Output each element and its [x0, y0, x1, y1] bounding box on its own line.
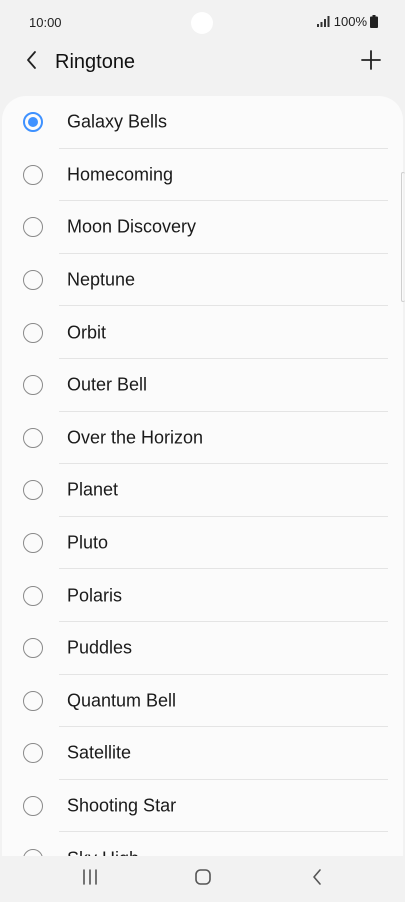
ringtone-item[interactable]: Satellite [2, 727, 403, 780]
ringtone-label: Neptune [67, 269, 136, 290]
navigation-bar [0, 856, 405, 902]
ringtone-label: Outer Bell [67, 374, 148, 395]
radio-button[interactable] [23, 164, 43, 185]
ringtone-item[interactable]: Outer Bell [2, 359, 403, 412]
ringtone-label: Quantum Bell [67, 690, 177, 711]
radio-button[interactable] [23, 743, 43, 764]
ringtone-label: Puddles [67, 637, 133, 658]
radio-button[interactable] [23, 638, 43, 659]
ringtone-label: Homecoming [67, 164, 174, 185]
status-indicators: 100% [316, 14, 378, 29]
radio-button[interactable] [23, 375, 43, 396]
ringtone-label: Shooting Star [67, 795, 177, 816]
radio-button[interactable] [23, 533, 43, 554]
ringtone-item[interactable]: Moon Discovery [2, 201, 403, 254]
battery-icon [370, 15, 378, 28]
status-bar: 10:00 100% [0, 0, 405, 44]
ringtone-label: Planet [67, 479, 119, 500]
ringtone-item[interactable]: Polaris [2, 569, 403, 622]
radio-button[interactable] [23, 480, 43, 501]
radio-button[interactable] [23, 270, 43, 291]
ringtone-item[interactable]: Sky High [2, 832, 403, 858]
ringtone-item[interactable]: Homecoming [2, 149, 403, 202]
ringtone-item[interactable]: Galaxy Bells [2, 96, 403, 149]
ringtone-label: Satellite [67, 742, 132, 763]
status-time: 10:00 [29, 15, 62, 30]
signal-icon [316, 16, 331, 27]
radio-button[interactable] [23, 796, 43, 817]
ringtone-label: Over the Horizon [67, 427, 204, 448]
nav-back-button[interactable] [302, 866, 332, 892]
ringtone-label: Polaris [67, 585, 123, 606]
radio-button[interactable] [23, 690, 43, 711]
add-ringtone-button[interactable] [357, 48, 385, 76]
recents-icon [81, 868, 99, 890]
ringtone-item[interactable]: Over the Horizon [2, 412, 403, 465]
back-button[interactable] [18, 48, 46, 76]
plus-icon [361, 49, 381, 75]
ringtone-item[interactable]: Orbit [2, 306, 403, 359]
radio-button[interactable] [23, 322, 43, 343]
radio-button-selected[interactable] [23, 112, 43, 133]
ringtone-item[interactable]: Quantum Bell [2, 675, 403, 728]
front-camera [191, 12, 213, 34]
ringtone-label: Moon Discovery [67, 216, 197, 237]
radio-button[interactable] [23, 217, 43, 238]
recents-button[interactable] [75, 866, 105, 892]
radio-button[interactable] [23, 585, 43, 606]
ringtone-label: Galaxy Bells [67, 111, 168, 132]
ringtone-item[interactable]: Neptune [2, 254, 403, 307]
page-title: Ringtone [55, 51, 136, 73]
home-button[interactable] [188, 866, 218, 892]
radio-button[interactable] [23, 427, 43, 448]
battery-percentage: 100% [333, 14, 367, 29]
back-icon [311, 868, 323, 891]
ringtone-label: Orbit [67, 322, 107, 343]
ringtone-item[interactable]: Puddles [2, 622, 403, 675]
home-icon [194, 868, 212, 891]
ringtone-item[interactable]: Shooting Star [2, 780, 403, 833]
screen: 10:00 100% Ringtone Galaxy Bells Homecom… [0, 0, 405, 902]
ringtone-item[interactable]: Pluto [2, 517, 403, 570]
ringtone-list: Galaxy Bells Homecoming Moon Discovery Nept… [2, 96, 403, 858]
chevron-left-icon [25, 50, 39, 75]
app-bar: Ringtone [0, 40, 405, 84]
ringtone-item[interactable]: Planet [2, 464, 403, 517]
ringtone-label: Pluto [67, 532, 109, 553]
scrollbar[interactable] [401, 172, 405, 302]
